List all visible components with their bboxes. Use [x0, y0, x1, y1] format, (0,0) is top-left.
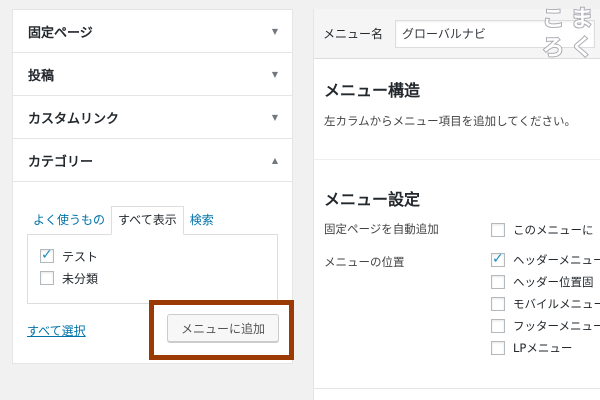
- tab-view-all[interactable]: すべて表示: [111, 206, 184, 235]
- location-item[interactable]: ヘッダーメニュー: [491, 249, 600, 271]
- category-tabs: よく使うもの すべて表示 検索: [27, 206, 278, 235]
- category-checklist: テスト 未分類: [27, 234, 278, 304]
- category-item[interactable]: 未分類: [40, 267, 265, 289]
- accordion-posts[interactable]: 投稿 ▼: [13, 53, 292, 96]
- tab-most-used[interactable]: よく使うもの: [27, 207, 111, 234]
- auto-add-label: 固定ページを自動追加: [324, 222, 439, 236]
- accordion-custom-links-label: カスタムリンク: [28, 111, 120, 127]
- checkbox-checked-icon[interactable]: [40, 247, 54, 263]
- menu-settings-title: メニュー設定: [324, 190, 421, 209]
- checkbox-icon[interactable]: [40, 271, 54, 285]
- accordion-pages[interactable]: 固定ページ ▼: [13, 10, 292, 53]
- checkbox-icon[interactable]: [491, 275, 505, 289]
- menu-structure-description: 左カラムからメニュー項目を追加してください。: [324, 114, 576, 128]
- komaroku-logo: こ ま ろ く: [539, 6, 596, 64]
- logo-char: ま: [570, 6, 594, 33]
- arrow-down-icon: ▼: [271, 112, 278, 122]
- category-item[interactable]: テスト: [40, 245, 265, 267]
- checkbox-icon[interactable]: [491, 223, 505, 237]
- location-label: ヘッダーメニュー: [513, 253, 600, 267]
- location-item[interactable]: フッターメニュー: [491, 315, 600, 337]
- arrow-down-icon: ▼: [271, 26, 278, 36]
- menu-name-label: メニュー名: [323, 27, 384, 41]
- location-item[interactable]: ヘッダー位置固: [491, 271, 600, 293]
- accordion-pages-label: 固定ページ: [28, 25, 93, 41]
- category-label: テスト: [62, 249, 99, 264]
- panel-bottom-edge: [313, 388, 600, 389]
- select-all-link[interactable]: すべて選択: [27, 322, 86, 339]
- location-item[interactable]: LPメニュー: [491, 337, 600, 359]
- logo-char: く: [570, 35, 594, 62]
- location-label: モバイルメニュー: [513, 297, 600, 311]
- checkbox-icon[interactable]: [491, 341, 505, 355]
- menu-edit-panel: メニュー名 メニュー構造 左カラムからメニュー項目を追加してください。 メニュー…: [313, 9, 600, 400]
- menu-structure-title: メニュー構造: [324, 81, 421, 100]
- section-divider: [314, 159, 600, 160]
- location-label: ヘッダー位置固: [513, 275, 594, 289]
- location-label: フッターメニュー: [513, 319, 600, 333]
- auto-add-option-label: このメニューに: [513, 223, 594, 237]
- accordion-categories-label: カテゴリー: [28, 154, 94, 170]
- highlight-annotation-box: [149, 300, 294, 360]
- accordion-custom-links[interactable]: カスタムリンク ▼: [13, 96, 292, 139]
- arrow-down-icon: ▼: [271, 69, 278, 79]
- tab-search[interactable]: 検索: [184, 207, 220, 234]
- auto-add-option[interactable]: このメニューに: [491, 219, 594, 241]
- location-label: LPメニュー: [513, 341, 573, 355]
- accordion-categories[interactable]: カテゴリー ▲: [13, 139, 292, 182]
- logo-char: ろ: [541, 35, 565, 62]
- menu-location-list: ヘッダーメニュー ヘッダー位置固 モバイルメニュー フッターメニュー LPメニュ…: [491, 249, 600, 359]
- menu-location-label: メニューの位置: [324, 255, 405, 269]
- location-item[interactable]: モバイルメニュー: [491, 293, 600, 315]
- checkbox-icon[interactable]: [491, 319, 505, 333]
- category-label: 未分類: [62, 271, 99, 286]
- accordion-posts-label: 投稿: [28, 68, 55, 84]
- arrow-up-icon: ▲: [271, 155, 278, 165]
- checkbox-icon[interactable]: [491, 297, 505, 311]
- checkbox-checked-icon[interactable]: [491, 251, 505, 267]
- logo-char: こ: [541, 6, 565, 33]
